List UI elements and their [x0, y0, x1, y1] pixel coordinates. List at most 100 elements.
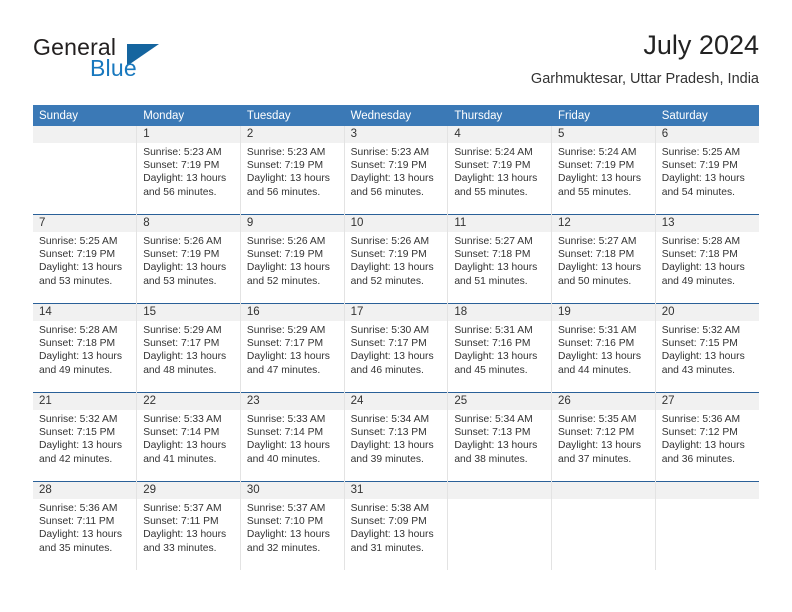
day-number: 15	[137, 304, 240, 321]
sunrise-text: Sunrise: 5:32 AM	[661, 325, 741, 336]
calendar-day-cell[interactable]: 12 Sunrise: 5:27 AM Sunset: 7:18 PM Dayligh…	[551, 214, 656, 304]
calendar-day-cell[interactable]: 19 Sunrise: 5:31 AM Sunset: 7:16 PM Dayligh…	[551, 303, 656, 393]
daylight-text-line1: Daylight: 13 hours	[246, 440, 330, 452]
sunrise-text: Sunrise: 5:23 AM	[246, 147, 326, 158]
calendar-day-cell[interactable]: 30 Sunrise: 5:37 AM Sunset: 7:10 PM Dayligh…	[240, 481, 345, 570]
calendar-day-cell[interactable]: 4 Sunrise: 5:24 AM Sunset: 7:19 PM Daylight…	[447, 126, 553, 215]
day-details: Sunrise: 5:26 AM Sunset: 7:19 PM Daylight:…	[241, 232, 344, 303]
daylight-text-line2: and 36 minutes.	[661, 453, 735, 465]
day-number: 1	[137, 126, 240, 143]
calendar-day-cell[interactable]: 18 Sunrise: 5:31 AM Sunset: 7:16 PM Dayligh…	[447, 303, 553, 393]
calendar-day-cell[interactable]: 20 Sunrise: 5:32 AM Sunset: 7:15 PM Dayligh…	[655, 303, 759, 393]
calendar-day-cell[interactable]: 23 Sunrise: 5:33 AM Sunset: 7:14 PM Dayligh…	[240, 392, 345, 482]
calendar-week-row: 21 Sunrise: 5:32 AM Sunset: 7:15 PM Dayligh…	[33, 392, 759, 482]
calendar-day-cell[interactable]: 24 Sunrise: 5:34 AM Sunset: 7:13 PM Dayligh…	[344, 392, 449, 482]
calendar-day-cell[interactable]: 5 Sunrise: 5:24 AM Sunset: 7:19 PM Daylight…	[551, 126, 656, 215]
page-title: July 2024	[643, 30, 759, 60]
sunset-text: Sunset: 7:11 PM	[39, 516, 115, 528]
daylight-text-line2: and 43 minutes.	[661, 364, 735, 376]
calendar-table: Sunday Monday Tuesday Wednesday Thursday…	[33, 105, 759, 570]
sunrise-text: Sunrise: 5:23 AM	[350, 147, 430, 158]
day-number: 12	[552, 215, 655, 232]
calendar-day-cell[interactable]: 21 Sunrise: 5:32 AM Sunset: 7:15 PM Dayligh…	[33, 392, 138, 482]
calendar-day-cell[interactable]: 16 Sunrise: 5:29 AM Sunset: 7:17 PM Dayligh…	[240, 303, 345, 393]
day-details: Sunrise: 5:25 AM Sunset: 7:19 PM Daylight:…	[33, 232, 136, 303]
calendar-day-cell[interactable]: 26 Sunrise: 5:35 AM Sunset: 7:12 PM Dayligh…	[551, 392, 656, 482]
daylight-text-line2: and 41 minutes.	[143, 453, 217, 465]
day-details: Sunrise: 5:23 AM Sunset: 7:19 PM Daylight:…	[241, 143, 344, 214]
calendar-day-cell[interactable]: 27 Sunrise: 5:36 AM Sunset: 7:12 PM Dayligh…	[655, 392, 759, 482]
sunset-text: Sunset: 7:17 PM	[246, 338, 324, 350]
sunset-text: Sunset: 7:18 PM	[39, 338, 116, 350]
sunset-text: Sunset: 7:10 PM	[246, 516, 324, 528]
day-number: 26	[552, 393, 655, 410]
calendar-day-cell[interactable]: 29 Sunrise: 5:37 AM Sunset: 7:11 PM Dayligh…	[136, 481, 241, 570]
daylight-text-line1: Daylight: 13 hours	[454, 262, 538, 274]
day-details: Sunrise: 5:36 AM Sunset: 7:12 PM Daylight:…	[656, 410, 759, 481]
sunset-text: Sunset: 7:19 PM	[661, 160, 738, 172]
calendar-day-cell[interactable]: 14 Sunrise: 5:28 AM Sunset: 7:18 PM Dayligh…	[33, 303, 138, 393]
daylight-text-line2: and 54 minutes.	[661, 186, 735, 198]
day-details	[448, 499, 551, 570]
calendar-day-cell[interactable]: 10 Sunrise: 5:26 AM Sunset: 7:19 PM Dayligh…	[344, 214, 449, 304]
day-number: 30	[240, 482, 344, 499]
daylight-text-line1: Daylight: 13 hours	[39, 262, 122, 274]
daylight-text-line2: and 50 minutes.	[558, 275, 632, 287]
calendar-day-cell[interactable]: 11 Sunrise: 5:27 AM Sunset: 7:18 PM Dayligh…	[447, 214, 553, 304]
daylight-text-line1: Daylight: 13 hours	[246, 529, 330, 541]
sunset-text: Sunset: 7:19 PM	[558, 160, 635, 172]
calendar-day-cell[interactable]: 13 Sunrise: 5:28 AM Sunset: 7:18 PM Dayligh…	[655, 214, 759, 304]
calendar-day-cell[interactable]: 2 Sunrise: 5:23 AM Sunset: 7:19 PM Daylight…	[240, 126, 345, 215]
sunset-text: Sunset: 7:09 PM	[350, 516, 427, 528]
calendar-day-cell[interactable]: 17 Sunrise: 5:30 AM Sunset: 7:17 PM Dayligh…	[344, 303, 449, 393]
day-details: Sunrise: 5:27 AM Sunset: 7:18 PM Daylight:…	[448, 232, 551, 303]
daylight-text-line1: Daylight: 13 hours	[558, 173, 642, 185]
day-number: 2	[240, 126, 344, 143]
daylight-text-line1: Daylight: 13 hours	[246, 262, 330, 274]
day-number	[552, 482, 655, 499]
title-block: July 2024 Garhmuktesar, Uttar Pradesh, I…	[531, 28, 759, 90]
daylight-text-line2: and 49 minutes.	[39, 364, 113, 376]
calendar-day-cell[interactable]: 31 Sunrise: 5:38 AM Sunset: 7:09 PM Dayligh…	[344, 481, 449, 570]
daylight-text-line2: and 53 minutes.	[143, 275, 217, 287]
day-number: 23	[240, 393, 344, 410]
day-number: 11	[448, 215, 552, 232]
daylight-text-line2: and 35 minutes.	[39, 542, 113, 554]
general-blue-logo[interactable]: General Blue	[33, 34, 233, 92]
sunset-text: Sunset: 7:19 PM	[143, 249, 220, 261]
calendar-day-cell[interactable]: 15 Sunrise: 5:29 AM Sunset: 7:17 PM Dayligh…	[136, 303, 241, 393]
sunset-text: Sunset: 7:19 PM	[454, 160, 531, 172]
sunrise-text: Sunrise: 5:34 AM	[454, 414, 533, 425]
calendar-day-cell[interactable]: 1 Sunrise: 5:23 AM Sunset: 7:19 PM Daylight…	[136, 126, 241, 215]
daylight-text-line2: and 39 minutes.	[350, 453, 424, 465]
sunrise-text: Sunrise: 5:36 AM	[39, 503, 118, 514]
sunset-text: Sunset: 7:11 PM	[143, 516, 219, 528]
daylight-text-line2: and 56 minutes.	[246, 186, 321, 198]
day-details: Sunrise: 5:31 AM Sunset: 7:16 PM Daylight:…	[448, 321, 551, 392]
day-number: 5	[552, 126, 655, 143]
calendar-day-cell[interactable]: 25 Sunrise: 5:34 AM Sunset: 7:13 PM Dayligh…	[447, 392, 553, 482]
calendar-day-cell[interactable]: 9 Sunrise: 5:26 AM Sunset: 7:19 PM Daylight…	[240, 214, 345, 304]
calendar-day-cell[interactable]: 28 Sunrise: 5:36 AM Sunset: 7:11 PM Dayligh…	[33, 481, 138, 570]
day-number: 14	[33, 304, 137, 321]
day-details: Sunrise: 5:35 AM Sunset: 7:12 PM Daylight:…	[552, 410, 655, 481]
daylight-text-line2: and 52 minutes.	[350, 275, 424, 287]
daylight-text-line1: Daylight: 13 hours	[661, 351, 745, 363]
sunrise-text: Sunrise: 5:25 AM	[39, 236, 118, 247]
calendar-day-cell[interactable]: 22 Sunrise: 5:33 AM Sunset: 7:14 PM Dayligh…	[136, 392, 241, 482]
daylight-text-line2: and 47 minutes.	[246, 364, 321, 376]
sunrise-text: Sunrise: 5:24 AM	[558, 147, 637, 158]
calendar-day-cell[interactable]: 8 Sunrise: 5:26 AM Sunset: 7:19 PM Daylight…	[136, 214, 241, 304]
calendar-day-cell[interactable]: 7 Sunrise: 5:25 AM Sunset: 7:19 PM Daylight…	[33, 214, 138, 304]
daylight-text-line1: Daylight: 13 hours	[350, 351, 434, 363]
calendar-day-cell[interactable]: 6 Sunrise: 5:25 AM Sunset: 7:19 PM Daylight…	[655, 126, 759, 215]
daylight-text-line1: Daylight: 13 hours	[454, 351, 538, 363]
day-number: 31	[344, 482, 448, 499]
sunrise-text: Sunrise: 5:23 AM	[143, 147, 222, 158]
day-number: 13	[655, 215, 759, 232]
sunset-text: Sunset: 7:19 PM	[143, 160, 220, 172]
day-details	[656, 499, 759, 570]
calendar-day-cell[interactable]: 3 Sunrise: 5:23 AM Sunset: 7:19 PM Daylight…	[344, 126, 449, 215]
day-details: Sunrise: 5:26 AM Sunset: 7:19 PM Daylight:…	[137, 232, 240, 303]
daylight-text-line1: Daylight: 13 hours	[350, 173, 434, 185]
